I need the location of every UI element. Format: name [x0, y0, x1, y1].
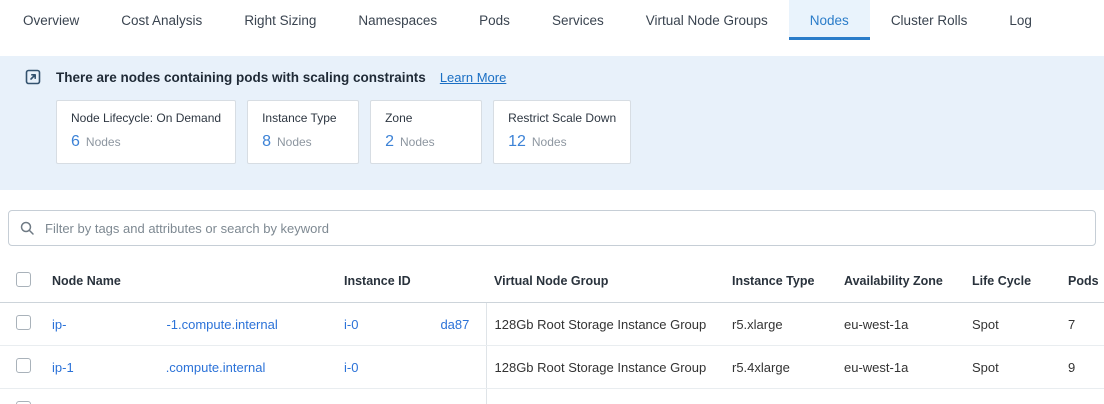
- table-header-row: Node Name Instance ID Virtual Node Group…: [0, 262, 1104, 303]
- node-name-prefix: ip-1: [52, 360, 74, 375]
- node-name-suffix: -1.compute.internal: [166, 317, 277, 332]
- filter-search-bar: [8, 210, 1096, 246]
- card-value: 6 Nodes: [71, 133, 221, 151]
- instance-type-cell: r5.xlarge: [724, 303, 836, 346]
- card-value: 2 Nodes: [385, 133, 467, 151]
- instance-id-link[interactable]: i-0 da87: [344, 317, 469, 332]
- card-title: Instance Type: [262, 111, 344, 125]
- card-node-lifecycle-on-demand[interactable]: Node Lifecycle: On Demand 6 Nodes: [56, 100, 236, 164]
- card-title: Restrict Scale Down: [508, 111, 616, 125]
- tab-cluster-rolls[interactable]: Cluster Rolls: [870, 0, 989, 40]
- redacted-text: [74, 364, 166, 372]
- card-title: Zone: [385, 111, 467, 125]
- table-row: ip-t-1.compute.internal i-0d 128Gb Root …: [0, 389, 1104, 404]
- instance-id-prefix: i-0: [344, 317, 358, 332]
- banner-message: There are nodes containing pods with sca…: [56, 70, 426, 85]
- life-cycle-cell: Spot: [964, 389, 1060, 404]
- column-header-life-cycle[interactable]: Life Cycle: [964, 262, 1060, 303]
- tab-nodes[interactable]: Nodes: [789, 0, 870, 40]
- redacted-text: [66, 321, 166, 329]
- column-header-availability-zone[interactable]: Availability Zone: [836, 262, 964, 303]
- tab-virtual-node-groups[interactable]: Virtual Node Groups: [625, 0, 789, 40]
- availability-zone-cell: eu-west-1a: [836, 303, 964, 346]
- node-name-cell: ip-1 .compute.internal: [44, 346, 336, 389]
- card-unit: Nodes: [532, 135, 567, 149]
- banner-message-row: There are nodes containing pods with sca…: [24, 68, 1080, 86]
- nodes-table: Node Name Instance ID Virtual Node Group…: [0, 262, 1104, 404]
- node-name-cell: ip-t-1.compute.internal: [44, 389, 336, 404]
- card-title: Node Lifecycle: On Demand: [71, 111, 221, 125]
- column-header-instance-type[interactable]: Instance Type: [724, 262, 836, 303]
- card-count: 6: [71, 133, 80, 151]
- instance-id-cell: i-0: [336, 346, 486, 389]
- tab-services[interactable]: Services: [531, 0, 625, 40]
- learn-more-link[interactable]: Learn More: [440, 70, 506, 85]
- card-value: 8 Nodes: [262, 133, 344, 151]
- node-name-link[interactable]: ip-1 .compute.internal: [52, 360, 265, 375]
- row-checkbox[interactable]: [16, 358, 31, 373]
- card-unit: Nodes: [277, 135, 312, 149]
- instance-id-suffix: da87: [440, 317, 469, 332]
- column-header-pods[interactable]: Pods: [1060, 262, 1104, 303]
- tab-bar: Overview Cost Analysis Right Sizing Name…: [0, 0, 1104, 40]
- card-instance-type[interactable]: Instance Type 8 Nodes: [247, 100, 359, 164]
- life-cycle-cell: Spot: [964, 346, 1060, 389]
- tab-namespaces[interactable]: Namespaces: [337, 0, 458, 40]
- search-icon: [19, 220, 35, 236]
- card-zone[interactable]: Zone 2 Nodes: [370, 100, 482, 164]
- pods-cell: 7: [1060, 303, 1104, 346]
- card-count: 2: [385, 133, 394, 151]
- instance-type-cell: m5.4xlarge: [724, 389, 836, 404]
- card-unit: Nodes: [86, 135, 121, 149]
- redacted-text: [358, 321, 440, 329]
- node-name-prefix: ip-: [52, 317, 66, 332]
- row-checkbox[interactable]: [16, 315, 31, 330]
- instance-id-cell: i-0d: [336, 389, 486, 404]
- virtual-node-group-cell: 128Gb Root Storage Instance Group: [486, 346, 724, 389]
- scaling-constraints-banner: There are nodes containing pods with sca…: [0, 56, 1104, 190]
- tab-pods[interactable]: Pods: [458, 0, 531, 40]
- pods-cell: 9: [1060, 346, 1104, 389]
- instance-id-link[interactable]: i-0: [344, 360, 416, 375]
- table-row: ip-1 .compute.internal i-0 128Gb Root Sto…: [0, 346, 1104, 389]
- tab-cost-analysis[interactable]: Cost Analysis: [100, 0, 223, 40]
- column-header-instance-id[interactable]: Instance ID: [336, 262, 486, 303]
- instance-type-cell: r5.4xlarge: [724, 346, 836, 389]
- nodes-page: Overview Cost Analysis Right Sizing Name…: [0, 0, 1104, 404]
- node-name-cell: ip- -1.compute.internal: [44, 303, 336, 346]
- instance-id-prefix: i-0: [344, 360, 358, 375]
- card-count: 12: [508, 133, 526, 151]
- card-count: 8: [262, 133, 271, 151]
- availability-zone-cell: eu-west-1a: [836, 346, 964, 389]
- redacted-text: [358, 364, 416, 372]
- card-value: 12 Nodes: [508, 133, 616, 151]
- tab-overview[interactable]: Overview: [2, 0, 100, 40]
- virtual-node-group-cell: 128Gb Root Storage Instance Group: [486, 303, 724, 346]
- card-unit: Nodes: [400, 135, 435, 149]
- scaling-constraint-icon: [24, 68, 42, 86]
- column-header-virtual-node-group[interactable]: Virtual Node Group: [486, 262, 724, 303]
- instance-id-cell: i-0 da87: [336, 303, 486, 346]
- pods-cell: 11: [1060, 389, 1104, 404]
- node-name-link[interactable]: ip- -1.compute.internal: [52, 317, 278, 332]
- availability-zone-cell: eu-west-1c: [836, 389, 964, 404]
- node-name-suffix: .compute.internal: [166, 360, 266, 375]
- table-row: ip- -1.compute.internal i-0 da87 128Gb Roo…: [0, 303, 1104, 346]
- tab-log[interactable]: Log: [988, 0, 1053, 40]
- constraint-cards: Node Lifecycle: On Demand 6 Nodes Instan…: [56, 100, 1080, 164]
- select-all-checkbox[interactable]: [16, 272, 31, 287]
- column-header-node-name[interactable]: Node Name: [44, 262, 336, 303]
- virtual-node-group-cell: 128Gb Root Storage Instance Group: [486, 389, 724, 404]
- life-cycle-cell: Spot: [964, 303, 1060, 346]
- tab-right-sizing[interactable]: Right Sizing: [223, 0, 337, 40]
- search-input[interactable]: [43, 220, 1085, 237]
- card-restrict-scale-down[interactable]: Restrict Scale Down 12 Nodes: [493, 100, 631, 164]
